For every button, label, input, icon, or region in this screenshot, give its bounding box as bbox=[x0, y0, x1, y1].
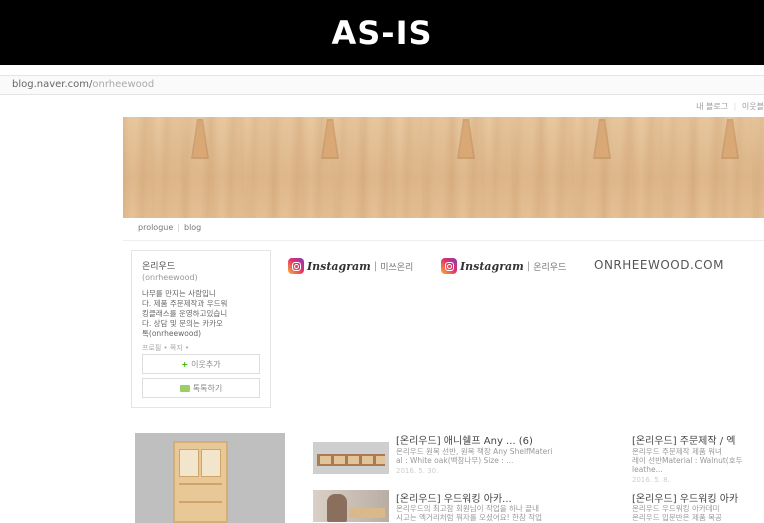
wood-peg bbox=[593, 119, 611, 159]
blog-top-links: 내 블로그 | 이웃블 bbox=[696, 101, 764, 112]
chat-label: 톡톡하기 bbox=[192, 383, 223, 393]
my-blog-link[interactable]: 내 블로그 bbox=[696, 102, 728, 111]
wood-peg bbox=[191, 119, 209, 159]
add-neighbor-button[interactable]: + 이웃추가 bbox=[142, 354, 260, 374]
post-excerpt: 온리우드의 최고참 회원님이 작업을 하나 끝내 시고는 엑거리처럼 뭐자를 오… bbox=[396, 504, 543, 522]
instagram-icon bbox=[288, 258, 304, 274]
instagram-wordmark: Instagram bbox=[307, 259, 371, 273]
profile-id: (onrheewood) bbox=[142, 273, 198, 282]
post-title[interactable]: [온리우드] 우드워킹 아카... bbox=[396, 490, 512, 505]
post-thumbnail[interactable] bbox=[313, 490, 389, 522]
post-date: 2016. 5. 30. bbox=[396, 467, 439, 475]
instagram-account-label: 온리우드 bbox=[533, 262, 567, 273]
profile-description-line: 다. 상담 및 문의는 카카오 bbox=[142, 319, 223, 328]
cabinet-image bbox=[173, 441, 228, 523]
profile-description-line: 톡(onrheewood) bbox=[142, 329, 202, 338]
profile-description-line: 다. 제품 주문제작과 우드워 bbox=[142, 299, 228, 308]
post-thumbnail-cabinet[interactable] bbox=[135, 433, 285, 523]
post-title[interactable]: [온리우드] 우드워킹 아카 bbox=[632, 490, 738, 505]
blog-menu: prologue | blog bbox=[138, 223, 201, 232]
chat-button[interactable]: 톡톡하기 bbox=[142, 378, 260, 398]
post-title[interactable]: [온리우드] 주문제작 / 엑 bbox=[632, 432, 736, 447]
profile-description: 나무를 만지는 사람입니 다. 제품 주문제작과 우드워 킹클래스를 운영하고있… bbox=[142, 289, 262, 339]
profile-description-line: 킹클래스를 운영하고있습니 bbox=[142, 309, 228, 318]
profile-name: 온리우드 bbox=[142, 262, 176, 272]
profile-box: 온리우드 (onrheewood) 나무를 만지는 사람입니 다. 제품 주문제… bbox=[131, 250, 271, 408]
url-host: blog.naver.com/ bbox=[12, 79, 93, 90]
wood-peg bbox=[457, 119, 475, 159]
widget-separator: | bbox=[526, 260, 531, 272]
instagram-account-label: 미쓰온리 bbox=[380, 262, 414, 273]
banner-title: AS-IS bbox=[331, 13, 433, 52]
instagram-wordmark: Instagram bbox=[460, 259, 524, 273]
menu-separator: | bbox=[177, 223, 180, 232]
chat-icon bbox=[179, 384, 190, 392]
instagram-widget-1[interactable]: Instagram | 미쓰온리 bbox=[288, 258, 413, 274]
instagram-widget-2[interactable]: Instagram | 온리우드 bbox=[441, 258, 566, 274]
blog-header-image bbox=[123, 117, 764, 218]
neighbor-blog-link[interactable]: 이웃블 bbox=[742, 102, 764, 111]
post-thumbnail[interactable] bbox=[313, 442, 389, 474]
profile-description-line: 나무를 만지는 사람입니 bbox=[142, 289, 216, 298]
instagram-icon bbox=[441, 258, 457, 274]
top-links-separator: | bbox=[733, 102, 737, 111]
post-date: 2016. 5. 8. bbox=[632, 476, 670, 484]
post-excerpt: 온리우드 주문제작 제품 워녀 레이 선반Material : Walnut(호… bbox=[632, 447, 743, 474]
url-path: onrheewood bbox=[92, 79, 155, 90]
address-bar[interactable]: blog.naver.com/onrheewood bbox=[0, 75, 764, 95]
wood-peg bbox=[321, 119, 339, 159]
plus-icon: + bbox=[181, 359, 189, 369]
menu-prologue[interactable]: prologue bbox=[138, 223, 173, 232]
wood-peg bbox=[721, 119, 739, 159]
as-is-banner: AS-IS bbox=[0, 0, 764, 65]
add-neighbor-label: 이웃추가 bbox=[191, 359, 221, 369]
post-excerpt: 온리우드 원목 선반, 원목 책장 Any ShelfMateri al : W… bbox=[396, 447, 553, 465]
menu-blog[interactable]: blog bbox=[184, 223, 201, 232]
post-title[interactable]: [온리우드] 애니쉘프 Any ... (6) bbox=[396, 432, 533, 447]
widget-separator: | bbox=[373, 260, 378, 272]
menu-divider bbox=[123, 240, 764, 241]
website-link[interactable]: ONRHEEWOOD.COM bbox=[594, 258, 724, 272]
post-excerpt: 온리우드 우드워킹 아카데미 온리우드 입문반은 제품 목공 bbox=[632, 504, 722, 522]
profile-links[interactable]: 프로필 • 쪽지 • bbox=[142, 343, 260, 353]
